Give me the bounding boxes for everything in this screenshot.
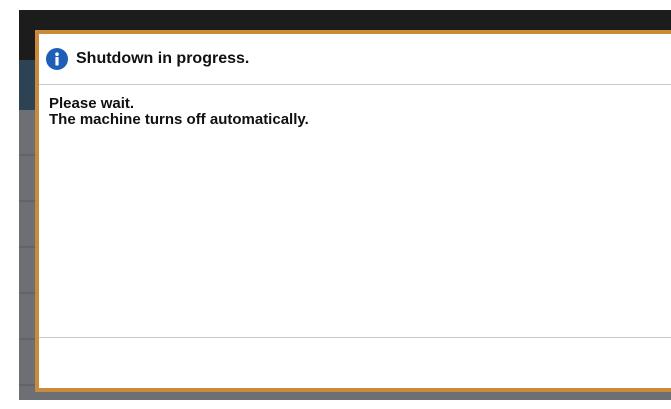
dialog-header: Shutdown in progress. xyxy=(39,34,671,85)
message-line-2: The machine turns off automatically. xyxy=(49,111,309,128)
dialog-title: Shutdown in progress. xyxy=(76,50,250,67)
dialog-footer xyxy=(39,337,671,388)
dialog-message: Please wait. The machine turns off autom… xyxy=(49,96,665,128)
info-icon xyxy=(46,48,68,70)
message-line-1: Please wait. xyxy=(49,95,135,112)
device-screen: Shutdown in progress. Please wait. The m… xyxy=(19,10,671,400)
shutdown-dialog: Shutdown in progress. Please wait. The m… xyxy=(35,30,671,392)
